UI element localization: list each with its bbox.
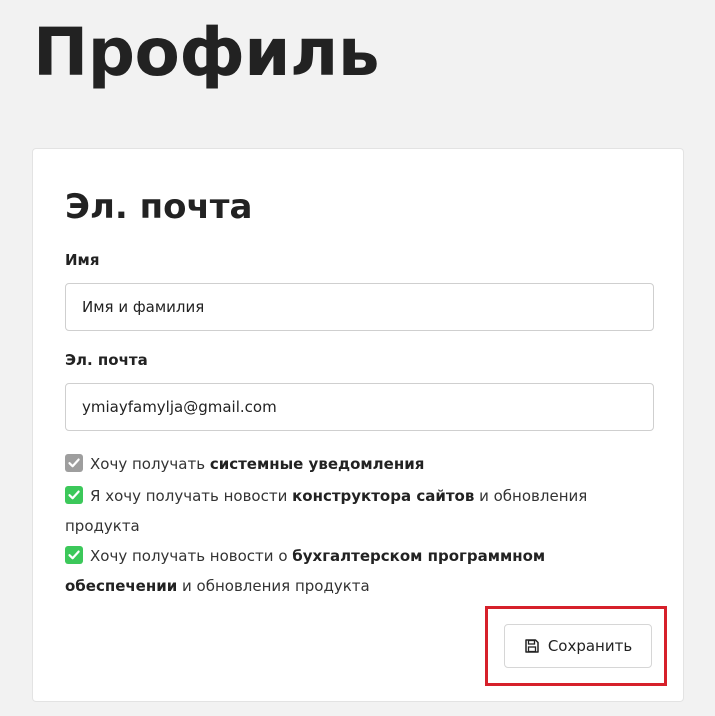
checkmark-icon: [68, 458, 80, 468]
checkmark-icon: [68, 490, 80, 500]
save-button-label: Сохранить: [547, 637, 633, 655]
checkbox-label-bold: системные уведомления: [209, 455, 425, 473]
checkbox-system-notifications[interactable]: [65, 454, 83, 472]
email-input[interactable]: [65, 383, 654, 431]
floppy-disk-icon: [525, 639, 539, 653]
name-label: Имя: [65, 251, 100, 269]
accounting-software-news-option: Хочу получать новости о бухгалтерском пр…: [65, 541, 625, 601]
page-title: Профиль: [33, 14, 380, 91]
checkmark-icon: [68, 550, 80, 560]
checkbox-label-bold: конструктора сайтов: [292, 487, 475, 505]
name-input[interactable]: [65, 283, 654, 331]
site-builder-news-option: Я хочу получать новости конструктора сай…: [65, 481, 625, 541]
email-settings-card: Эл. почта Имя Эл. почта Хочу получать си…: [32, 148, 684, 702]
checkbox-accounting-software-news[interactable]: [65, 546, 83, 564]
checkbox-label-prefix: Я хочу получать новости: [90, 487, 293, 505]
email-label: Эл. почта: [65, 351, 148, 369]
save-button[interactable]: Сохранить: [504, 624, 652, 668]
card-title: Эл. почта: [65, 187, 253, 227]
system-notifications-option: Хочу получать системные уведомления: [65, 449, 625, 479]
checkbox-label-prefix: Хочу получать новости о: [90, 547, 293, 565]
checkbox-label-suffix: и обновления продукта: [177, 577, 370, 595]
checkbox-site-builder-news[interactable]: [65, 486, 83, 504]
checkbox-label-prefix: Хочу получать: [90, 455, 210, 473]
